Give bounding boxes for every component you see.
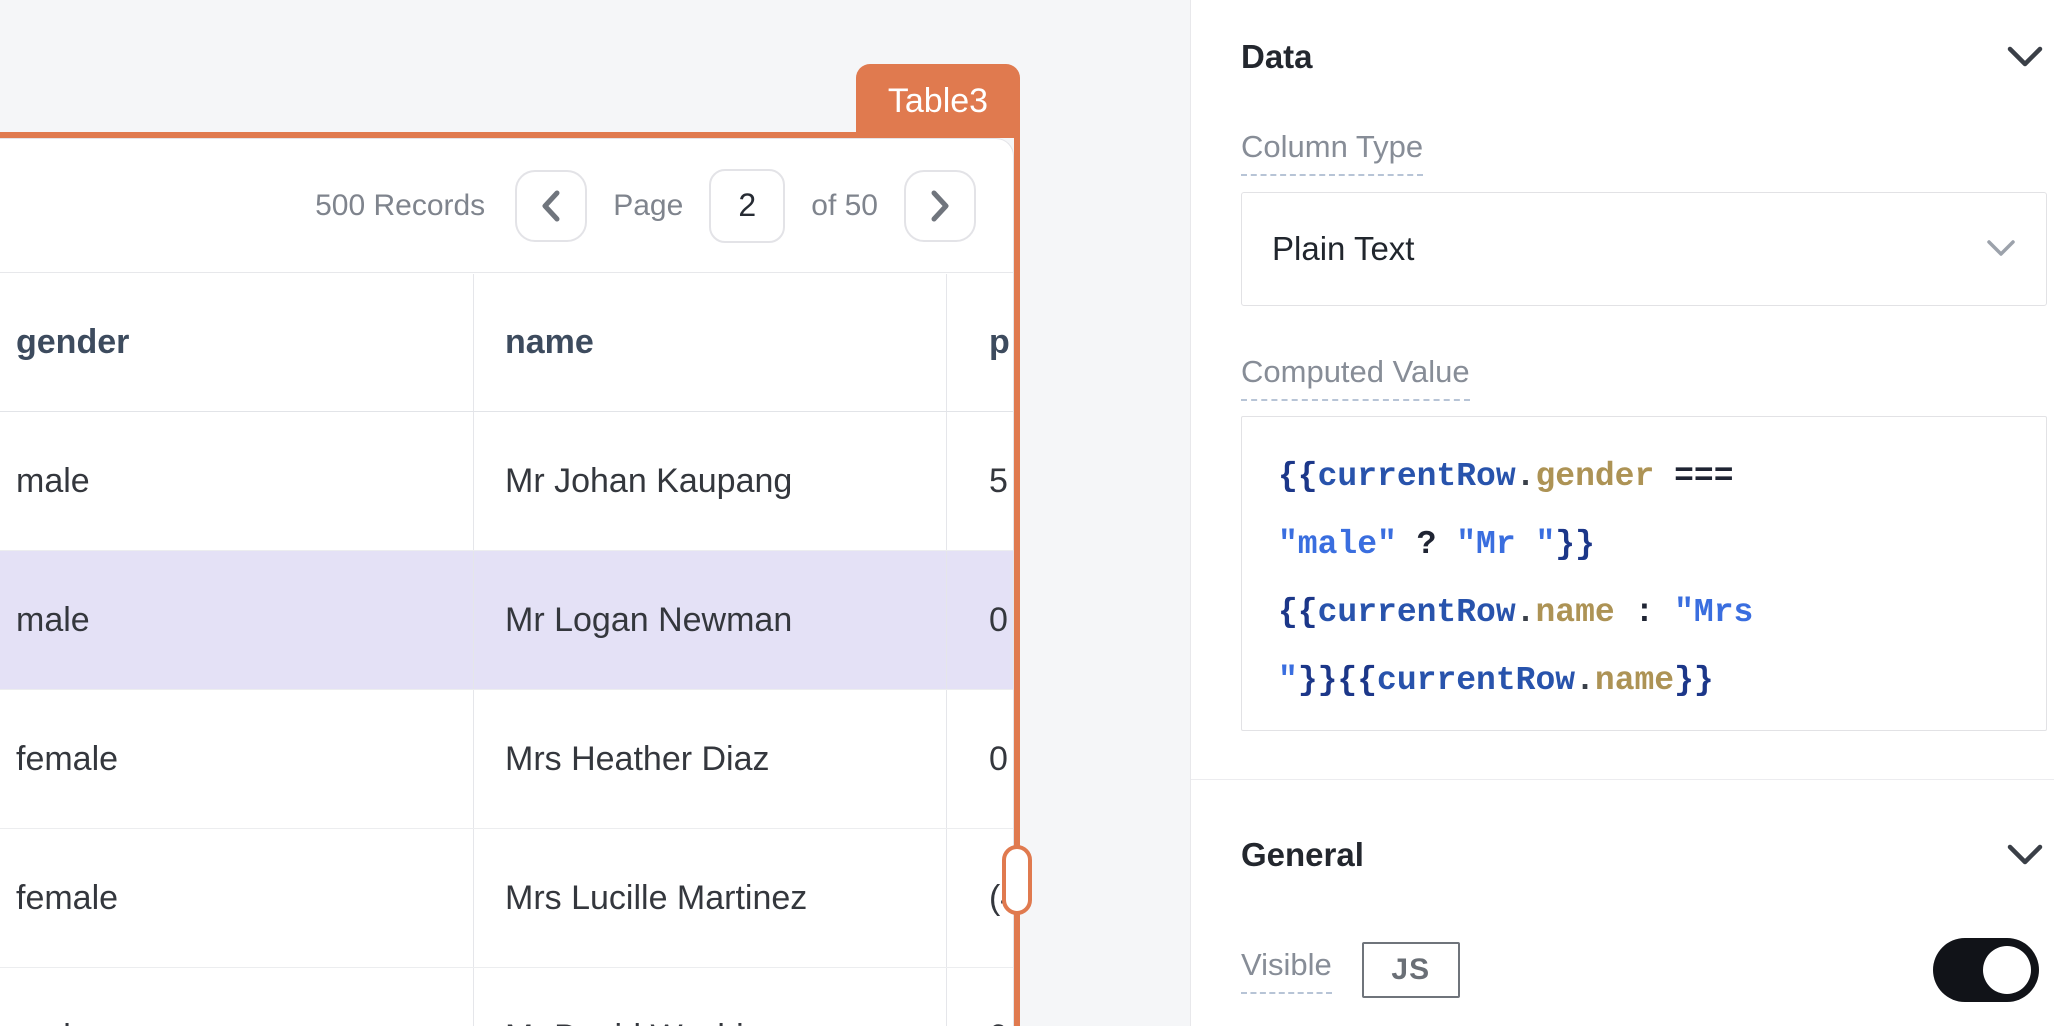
component-tab-table3[interactable]: Table3 (856, 64, 1020, 138)
code-token: currentRow (1318, 458, 1516, 495)
chevron-down-icon[interactable] (2006, 45, 2044, 69)
table-header-row: gender name p (0, 274, 1013, 412)
cell-gender[interactable]: female (0, 829, 473, 967)
code-token: "male" (1278, 526, 1397, 563)
code-line: "}}{{currentRow.name}} (1278, 647, 2026, 715)
table-body: male Mr Johan Kaupang 5 male Mr Logan Ne… (0, 412, 1013, 1026)
cell-name[interactable]: Mrs Heather Diaz (473, 690, 946, 828)
component-resize-handle[interactable] (1002, 845, 1032, 915)
section-divider (1191, 779, 2054, 780)
table-pagination: 500 Records Page of 50 (0, 139, 1013, 273)
cell-p[interactable]: 0 (946, 690, 1013, 828)
cell-p[interactable]: 0 (946, 551, 1013, 689)
code-token: . (1516, 594, 1536, 631)
code-token: }} (1674, 662, 1714, 699)
toggle-knob (1983, 946, 2031, 994)
code-token: name (1595, 662, 1674, 699)
page-label: Page (613, 189, 683, 223)
cell-p[interactable]: 5 (946, 412, 1013, 550)
table-row[interactable]: female Mrs Heather Diaz 0 (0, 690, 1013, 829)
page-total-label: of 50 (811, 189, 878, 223)
js-toggle-badge[interactable]: JS (1362, 942, 1460, 998)
section-header-general[interactable]: General (1241, 836, 2046, 874)
table-row[interactable]: male Mr Johan Kaupang 5 (0, 412, 1013, 551)
code-token: gender (1535, 458, 1654, 495)
code-line: {{currentRow.name : "Mrs (1278, 579, 2026, 647)
table-row[interactable]: male Mr David Washing... 0 (0, 968, 1013, 1026)
code-token: currentRow (1318, 594, 1516, 631)
code-token: . (1575, 662, 1595, 699)
cell-name[interactable]: Mr Logan Newman (473, 551, 946, 689)
visible-label: Visible (1241, 947, 1332, 994)
code-token: " (1278, 662, 1298, 699)
code-token: name (1535, 594, 1614, 631)
next-page-button[interactable] (904, 170, 976, 242)
column-header-gender[interactable]: gender (0, 274, 473, 411)
column-type-select[interactable]: Plain Text (1241, 192, 2047, 306)
cell-name[interactable]: Mrs Lucille Martinez (473, 829, 946, 967)
code-token: "Mrs (1674, 594, 1753, 631)
section-title: General (1241, 836, 1364, 874)
code-token: . (1516, 458, 1536, 495)
chevron-left-icon (540, 189, 562, 223)
code-line: {{currentRow.gender === (1278, 443, 2026, 511)
computed-value-label: Computed Value (1241, 354, 1470, 401)
cell-gender[interactable]: female (0, 690, 473, 828)
table-component: 500 Records Page of 50 gender name p mal… (0, 138, 1014, 1026)
inspector-panel: Data Column Type Plain Text Computed Val… (1190, 0, 2054, 1026)
chevron-down-icon (1986, 239, 2016, 259)
chevron-right-icon (929, 189, 951, 223)
page-number-input[interactable] (709, 169, 785, 243)
visible-setting-row: Visible JS (1241, 938, 2046, 1002)
code-token: {{ (1278, 458, 1318, 495)
chevron-down-icon[interactable] (2006, 843, 2044, 867)
code-token: : (1615, 594, 1674, 631)
prev-page-button[interactable] (515, 170, 587, 242)
computed-value-code-editor[interactable]: {{currentRow.gender === "male" ? "Mr "}}… (1241, 416, 2047, 731)
code-token: ? (1397, 526, 1456, 563)
code-token: {{ (1337, 662, 1377, 699)
cell-gender[interactable]: male (0, 551, 473, 689)
cell-gender[interactable]: male (0, 968, 473, 1026)
code-token: "Mr " (1456, 526, 1555, 563)
column-header-name[interactable]: name (473, 274, 946, 411)
section-header-data[interactable]: Data (1241, 38, 2046, 76)
cell-name[interactable]: Mr David Washing... (473, 968, 946, 1026)
cell-gender[interactable]: male (0, 412, 473, 550)
code-token: }} (1555, 526, 1595, 563)
records-count: 500 Records (315, 189, 485, 223)
column-header-p[interactable]: p (946, 274, 1013, 411)
cell-name[interactable]: Mr Johan Kaupang (473, 412, 946, 550)
column-type-label: Column Type (1241, 129, 1423, 176)
column-type-selected-value: Plain Text (1272, 230, 1986, 268)
visible-toggle-on[interactable] (1933, 938, 2039, 1002)
code-token: === (1654, 458, 1733, 495)
code-token: currentRow (1377, 662, 1575, 699)
cell-p[interactable]: 0 (946, 968, 1013, 1026)
section-title: Data (1241, 38, 1313, 76)
table-row-selected[interactable]: male Mr Logan Newman 0 (0, 551, 1013, 690)
code-token: }} (1298, 662, 1338, 699)
table-row[interactable]: female Mrs Lucille Martinez (4 (0, 829, 1013, 968)
code-line: "male" ? "Mr "}} (1278, 511, 2026, 579)
code-token: {{ (1278, 594, 1318, 631)
